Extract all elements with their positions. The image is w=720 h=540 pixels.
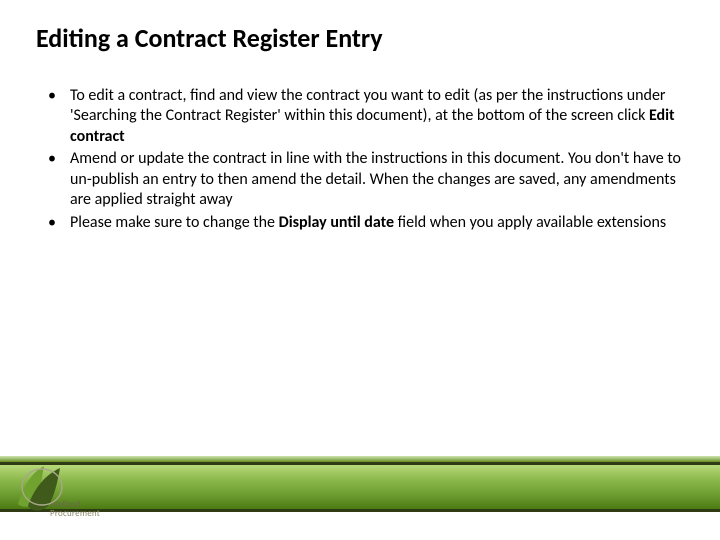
slide-title: Editing a Contract Register Entry xyxy=(36,22,684,54)
footer-bar-green xyxy=(0,465,720,509)
logo-mark-icon xyxy=(14,462,70,512)
bullet-text-pre: Please make sure to change the xyxy=(70,213,279,232)
content-area: To edit a contract, find and view the co… xyxy=(36,86,684,235)
bullet-text-pre: Amend or update the contract in line wit… xyxy=(70,149,681,209)
bullet-text-bold: Display until date xyxy=(279,213,394,232)
bullet-item: Please make sure to change the Display u… xyxy=(36,213,684,233)
slide: Editing a Contract Register Entry To edi… xyxy=(0,0,720,540)
bullet-item: To edit a contract, find and view the co… xyxy=(36,86,684,147)
logo: Welland Procurement xyxy=(14,462,100,534)
bullet-list: To edit a contract, find and view the co… xyxy=(36,86,684,233)
bullet-text-pre: To edit a contract, find and view the co… xyxy=(70,86,665,125)
footer-bar-white xyxy=(0,512,720,540)
footer: Welland Procurement xyxy=(0,456,720,540)
bullet-text-post: field when you apply available extension… xyxy=(394,213,666,232)
bullet-item: Amend or update the contract in line wit… xyxy=(36,149,684,210)
